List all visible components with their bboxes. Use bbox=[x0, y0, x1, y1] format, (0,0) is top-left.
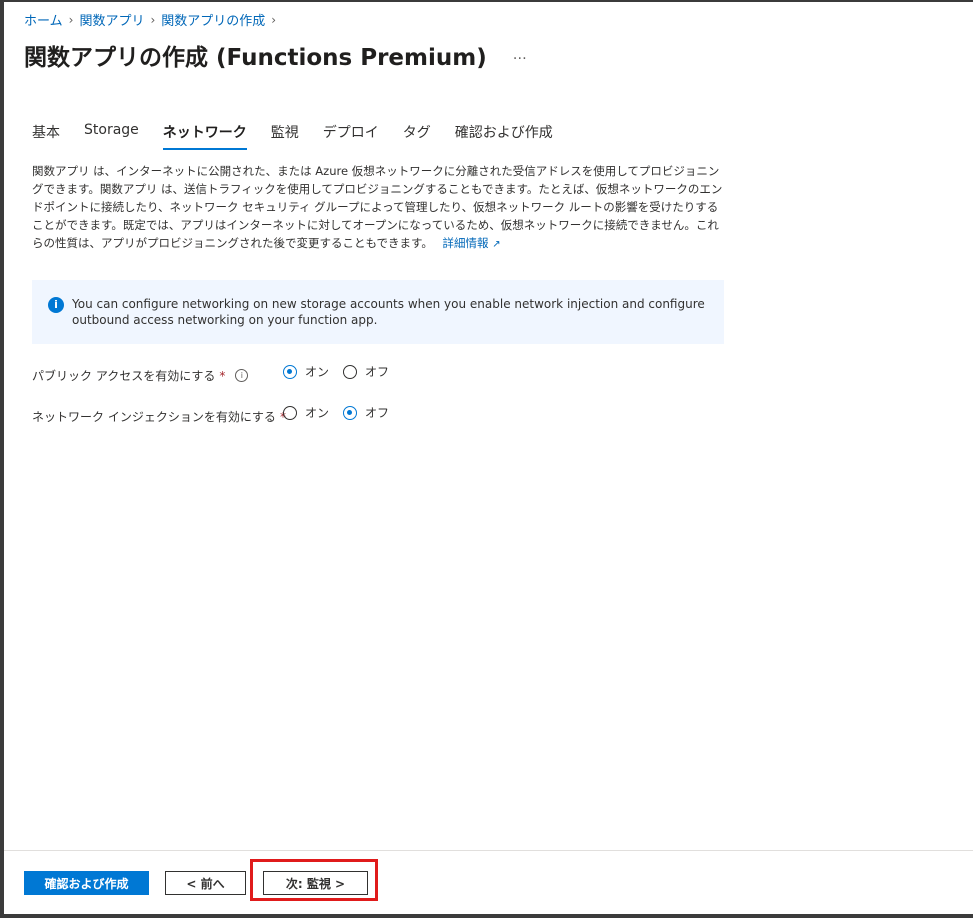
tab-networking[interactable]: ネットワーク bbox=[162, 122, 247, 150]
learn-more-label: 詳細情報 bbox=[442, 236, 489, 250]
radio-unchecked-icon bbox=[283, 405, 297, 420]
chevron-right-icon: › bbox=[150, 12, 156, 27]
footer-divider bbox=[4, 850, 973, 851]
breadcrumb-function-apps[interactable]: 関数アプリ bbox=[79, 10, 144, 29]
info-tooltip-icon[interactable]: i bbox=[235, 369, 249, 382]
breadcrumb: ホーム › 関数アプリ › 関数アプリの作成 › bbox=[24, 10, 282, 30]
public-access-on-radio[interactable]: オン bbox=[283, 363, 329, 380]
network-injection-radio-group: オン オフ bbox=[283, 404, 403, 421]
public-access-radio-group: オン オフ bbox=[283, 363, 403, 380]
radio-unchecked-icon bbox=[343, 364, 358, 379]
radio-label: オフ bbox=[365, 365, 390, 379]
tab-storage[interactable]: Storage bbox=[84, 122, 139, 150]
highlight-box bbox=[250, 859, 378, 901]
info-banner: i You can configure networking on new st… bbox=[32, 280, 724, 344]
more-options-icon[interactable]: … bbox=[513, 47, 528, 63]
radio-label: オフ bbox=[365, 406, 390, 420]
chevron-right-icon: › bbox=[68, 12, 74, 27]
window-frame-left bbox=[0, 0, 4, 918]
network-injection-off-radio[interactable]: オフ bbox=[343, 404, 389, 421]
tab-tags[interactable]: タグ bbox=[403, 122, 431, 150]
window-frame-top bbox=[0, 0, 973, 2]
public-access-off-radio[interactable]: オフ bbox=[343, 363, 389, 380]
network-injection-field-label: ネットワーク インジェクションを有効にする * bbox=[32, 408, 286, 425]
required-asterisk: * bbox=[219, 368, 226, 383]
networking-description: 関数アプリ は、インターネットに公開された、または Azure 仮想ネットワーク… bbox=[32, 162, 724, 254]
info-banner-text: You can configure networking on new stor… bbox=[72, 297, 705, 327]
info-icon: i bbox=[48, 297, 64, 313]
tab-monitoring[interactable]: 監視 bbox=[271, 122, 299, 150]
radio-checked-icon bbox=[283, 364, 297, 379]
external-link-icon: ↗ bbox=[492, 239, 501, 250]
previous-button[interactable]: < 前へ bbox=[165, 871, 246, 895]
network-injection-on-radio[interactable]: オン bbox=[283, 404, 329, 421]
tab-deployment[interactable]: デプロイ bbox=[323, 122, 379, 150]
public-access-label: パブリック アクセスを有効にする bbox=[32, 369, 216, 383]
network-injection-label: ネットワーク インジェクションを有効にする bbox=[32, 410, 276, 424]
radio-label: オン bbox=[305, 406, 330, 420]
page-title: 関数アプリの作成 (Functions Premium) bbox=[24, 45, 487, 71]
radio-label: オン bbox=[305, 365, 330, 379]
chevron-right-icon: › bbox=[271, 12, 277, 27]
breadcrumb-home[interactable]: ホーム bbox=[24, 10, 63, 29]
tab-basics[interactable]: 基本 bbox=[32, 122, 60, 150]
tab-review-create[interactable]: 確認および作成 bbox=[455, 122, 553, 150]
description-text: 関数アプリ は、インターネットに公開された、または Azure 仮想ネットワーク… bbox=[32, 164, 723, 250]
title-row: 関数アプリの作成 (Functions Premium) … bbox=[24, 38, 528, 72]
breadcrumb-create-function-app[interactable]: 関数アプリの作成 bbox=[161, 10, 265, 29]
radio-checked-icon bbox=[343, 405, 358, 420]
window-frame-bottom bbox=[0, 914, 973, 918]
learn-more-link[interactable]: 詳細情報 ↗ bbox=[443, 236, 501, 250]
tab-bar: 基本 Storage ネットワーク 監視 デプロイ タグ 確認および作成 bbox=[32, 122, 577, 150]
review-create-button[interactable]: 確認および作成 bbox=[24, 871, 149, 895]
public-access-field-label: パブリック アクセスを有効にする * i bbox=[32, 367, 249, 384]
